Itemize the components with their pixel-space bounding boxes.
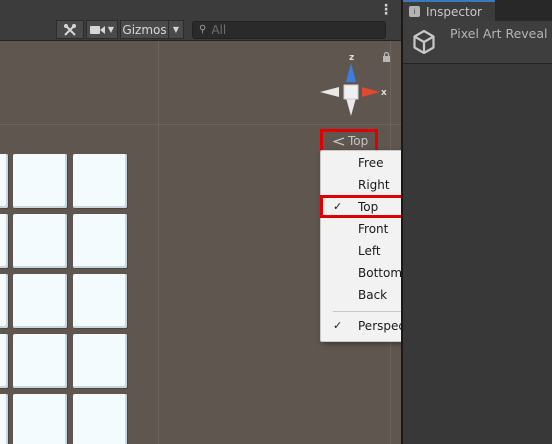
grid-line — [158, 40, 159, 444]
camera-button[interactable]: ▼ — [86, 20, 118, 39]
orientation-gizmo[interactable]: z x — [318, 52, 388, 118]
tile — [0, 154, 8, 208]
tile — [0, 274, 8, 328]
menu-item-free[interactable]: Free — [321, 152, 401, 174]
z-axis-cone[interactable] — [346, 63, 356, 82]
menu-item-front[interactable]: Front — [321, 218, 401, 240]
search-input[interactable]: ⚲ All — [192, 20, 386, 39]
neg-z-axis-cone[interactable] — [346, 98, 356, 116]
view-mode-text: Top — [348, 134, 369, 148]
perspective-icon — [333, 136, 345, 146]
chevron-down-icon: ▼ — [107, 25, 115, 34]
gizmos-button[interactable]: Gizmos — [120, 20, 168, 39]
tile — [73, 154, 127, 208]
checkmark-icon: ✓ — [333, 319, 343, 332]
z-axis-label: z — [349, 53, 354, 63]
menu-item-back[interactable]: Back — [321, 284, 401, 306]
chevron-down-icon: ▼ — [172, 25, 180, 34]
gizmos-dropdown-button[interactable]: ▼ — [168, 20, 184, 39]
gizmo-graphic: z x — [320, 53, 387, 116]
search-placeholder: All — [211, 22, 227, 37]
view-mode-label[interactable]: Top — [322, 132, 401, 150]
tile — [13, 394, 67, 444]
tools-icon — [64, 23, 76, 36]
tile — [13, 214, 67, 268]
tab-inspector-label: Inspector — [426, 4, 482, 19]
menu-item-perspective[interactable]: ✓Perspective — [321, 315, 401, 337]
scene-toolbar: ⋮ ▼ Gizmos ▼ ⚲ All — [0, 0, 401, 41]
menu-item-right[interactable]: Right — [321, 174, 401, 196]
camera-icon — [89, 25, 105, 34]
search-icon: ⚲ — [199, 24, 207, 35]
gizmo-center-cube[interactable] — [343, 84, 359, 100]
inspector-panel: i Inspector Pixel Art Reveal — [401, 0, 552, 444]
grid-line — [0, 124, 401, 125]
tile — [0, 214, 8, 268]
tile — [73, 274, 127, 328]
view-mode-menu: Free Right ✓ Top Front Left Bottom Back ✓… — [320, 150, 401, 342]
tile — [73, 394, 127, 444]
scene-view[interactable]: z x Top ⋮ ▼ Gizmos ▼ ⚲ All Free Right ✓ … — [0, 0, 401, 444]
info-icon: i — [409, 6, 420, 17]
inspector-tab-bar: i Inspector — [403, 0, 552, 21]
x-axis-label: x — [381, 88, 387, 98]
x-axis-cone[interactable] — [362, 87, 380, 97]
lock-icon[interactable] — [382, 51, 391, 65]
neg-x-axis-cone[interactable] — [320, 87, 339, 97]
menu-item-bottom[interactable]: Bottom — [321, 262, 401, 284]
inspector-header: Pixel Art Reveal — [403, 21, 552, 64]
unity-logo-icon — [413, 30, 435, 54]
tile — [13, 334, 67, 388]
object-title: Pixel Art Reveal — [450, 26, 548, 41]
checkmark-icon: ✓ — [333, 200, 343, 213]
tile — [0, 334, 8, 388]
menu-item-left[interactable]: Left — [321, 240, 401, 262]
kebab-icon[interactable]: ⋮ — [379, 2, 393, 18]
tile — [13, 154, 67, 208]
tile — [73, 334, 127, 388]
tile — [73, 214, 127, 268]
tab-inspector[interactable]: i Inspector — [403, 0, 495, 21]
tools-button[interactable] — [56, 20, 84, 39]
tile — [13, 274, 67, 328]
menu-item-top[interactable]: ✓ Top — [321, 196, 401, 218]
menu-separator — [333, 311, 401, 312]
tile — [0, 394, 8, 444]
